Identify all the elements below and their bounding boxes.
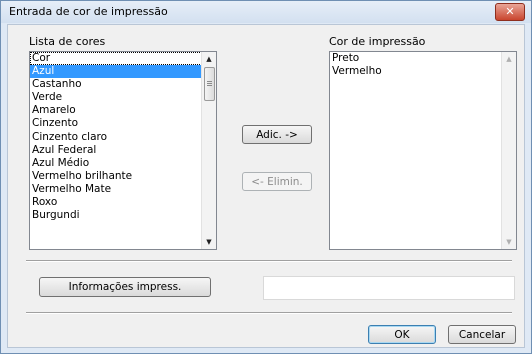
close-button[interactable]: ✕ [495, 3, 525, 21]
print-info-button[interactable]: Informações impress. [39, 277, 211, 297]
list-item[interactable]: Burgundi [30, 209, 216, 222]
color-list-label: Lista de cores [29, 35, 106, 48]
grip-line [207, 83, 212, 84]
list-item[interactable]: Verde [30, 91, 216, 104]
list-item[interactable]: Vermelho brilhante [30, 170, 216, 183]
title-bar[interactable]: Entrada de cor de impressão ✕ [1, 1, 531, 23]
list-item[interactable]: Vermelho Mate [30, 183, 216, 196]
scroll-up-icon[interactable]: ▲ [502, 52, 516, 66]
list-item[interactable]: Cinzento claro [30, 131, 216, 144]
list-item[interactable]: Cor [30, 52, 216, 66]
dialog-window: Entrada de cor de impressão ✕ Lista de c… [0, 0, 532, 354]
scroll-down-icon[interactable]: ▼ [202, 235, 216, 249]
cancel-button[interactable]: Cancelar [448, 325, 516, 344]
scroll-up-icon[interactable]: ▲ [202, 52, 216, 66]
print-info-field [263, 276, 515, 300]
separator [26, 312, 512, 314]
color-list-items: Cor Azul Castanho Verde Amarelo Cinzento Cinze… [30, 52, 216, 222]
list-item[interactable]: Castanho [30, 78, 216, 91]
ok-button[interactable]: OK [368, 325, 436, 344]
list-item[interactable]: Azul Federal [30, 144, 216, 157]
list-item[interactable]: Vermelho [330, 65, 516, 78]
grip-line [207, 85, 212, 86]
print-color-list[interactable]: Preto Vermelho ▲ ▼ [329, 51, 517, 250]
color-list[interactable]: Cor Azul Castanho Verde Amarelo Cinzento Cinze… [29, 51, 217, 250]
remove-button[interactable]: <- Elimin. [242, 172, 312, 191]
list-item[interactable]: Amarelo [30, 104, 216, 117]
grip-line [207, 81, 212, 82]
list-item[interactable]: Roxo [30, 196, 216, 209]
separator [26, 260, 512, 262]
list-item[interactable]: Cinzento [30, 117, 216, 130]
dialog-client-area: Lista de cores Cor Azul Castanho Verde Amare… [7, 24, 525, 348]
print-list-scrollbar[interactable]: ▲ ▼ [501, 52, 516, 249]
list-item[interactable]: Preto [330, 52, 516, 65]
print-list-items: Preto Vermelho [330, 52, 516, 78]
list-item[interactable]: Azul [30, 65, 216, 79]
close-icon: ✕ [505, 5, 515, 18]
list-item[interactable]: Azul Médio [30, 157, 216, 170]
print-list-label: Cor de impressão [329, 35, 426, 48]
color-list-scrollbar[interactable]: ▲ ▼ [201, 52, 216, 249]
add-button[interactable]: Adic. -> [242, 125, 312, 144]
scroll-thumb[interactable] [204, 67, 215, 101]
dialog-title: Entrada de cor de impressão [9, 5, 168, 18]
scroll-down-icon[interactable]: ▼ [502, 235, 516, 249]
